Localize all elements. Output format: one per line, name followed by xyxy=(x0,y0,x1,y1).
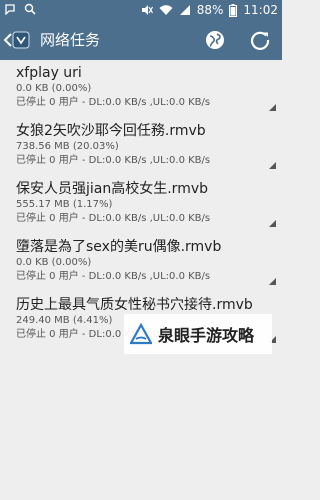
watermark-text: 泉眼手游攻略 xyxy=(158,326,255,345)
expand-icon[interactable] xyxy=(269,104,276,111)
task-item[interactable]: xfplay uri 0.0 KB (0.00%) 已停止 0 用户 - DL:… xyxy=(0,60,282,118)
task-name: 墮落是為了sex的美ru偶像.rmvb xyxy=(16,239,222,255)
signal-icon xyxy=(179,4,191,16)
globe-icon[interactable] xyxy=(204,29,226,51)
notification-icon xyxy=(4,3,16,15)
task-size: 555.17 MB (1.17%) xyxy=(16,199,113,210)
status-bar: 88% 11:02 xyxy=(0,0,282,20)
expand-icon[interactable] xyxy=(269,162,276,169)
clock: 11:02 xyxy=(243,3,278,17)
watermark: 泉眼手游攻略 xyxy=(124,314,272,354)
task-status: 已停止 0 用户 - DL:0.0 KB/s ,UL:0.0 KB/s xyxy=(16,155,211,166)
task-size: 249.40 MB (4.41%) xyxy=(16,315,113,326)
status-left xyxy=(4,3,36,15)
task-name: xfplay uri xyxy=(16,65,82,81)
expand-icon[interactable] xyxy=(269,220,276,227)
task-size: 738.56 MB (20.03%) xyxy=(16,141,119,152)
task-name: 历史上最具气质女性秘书穴接待.rmvb xyxy=(16,297,253,313)
refresh-icon[interactable] xyxy=(249,29,271,51)
page-title: 网络任务 xyxy=(40,31,101,49)
search-icon xyxy=(24,3,36,15)
task-status: 已停止 0 用户 - DL:0.0 KB/s ,UL:0.0 KB/s xyxy=(16,271,211,282)
app-logo-icon xyxy=(12,31,30,49)
app-bar: 网络任务 xyxy=(0,20,282,60)
watermark-logo-icon xyxy=(129,322,153,345)
task-item[interactable]: 墮落是為了sex的美ru偶像.rmvb 0.0 KB (0.00%) 已停止 0… xyxy=(0,234,282,292)
expand-icon[interactable] xyxy=(269,278,276,285)
task-name: 保安人员强jian高校女生.rmvb xyxy=(16,181,209,197)
task-status: 已停止 0 用户 - DL:0.0 KB/s ,UL:0.0 KB/s xyxy=(16,97,211,108)
battery-percent: 88% xyxy=(196,3,224,17)
task-size: 0.0 KB (0.00%) xyxy=(16,83,92,94)
battery-icon xyxy=(229,3,238,17)
task-item[interactable]: 保安人员强jian高校女生.rmvb 555.17 MB (1.17%) 已停止… xyxy=(0,176,282,234)
task-list: xfplay uri 0.0 KB (0.00%) 已停止 0 用户 - DL:… xyxy=(0,60,282,350)
task-name: 女狼2矢吹沙耶今回任務.rmvb xyxy=(16,123,206,139)
task-status: 已停止 0 用户 - DL:0.0 KB/s ,UL:0.0 KB/s xyxy=(16,213,211,224)
task-item[interactable]: 女狼2矢吹沙耶今回任務.rmvb 738.56 MB (20.03%) 已停止 … xyxy=(0,118,282,176)
mute-icon xyxy=(141,4,153,16)
task-size: 0.0 KB (0.00%) xyxy=(16,257,92,268)
status-right: 88% 11:02 xyxy=(141,3,278,17)
wifi-icon xyxy=(159,4,173,16)
